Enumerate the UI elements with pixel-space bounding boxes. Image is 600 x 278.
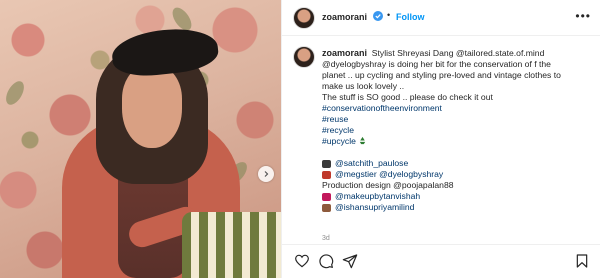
credit-row: @ishansupriyamilind <box>322 202 594 213</box>
credits-list: @satchith_paulose @megstier @dyelogbyshr… <box>322 158 594 213</box>
woman-face <box>122 66 182 148</box>
bookmark-icon <box>576 254 588 268</box>
verified-badge-icon <box>373 11 383 21</box>
caption-avatar[interactable] <box>293 46 315 68</box>
next-image-button[interactable] <box>258 166 274 182</box>
caption-text: zoamorani Stylist Shreyasi Dang @tailore… <box>322 48 594 213</box>
wallpaper-leaf <box>2 78 28 108</box>
caption-line: The stuff is SO good .. please do check … <box>322 92 493 102</box>
clapperboard-icon <box>322 159 331 168</box>
share-button[interactable] <box>342 253 358 269</box>
credit-text[interactable]: @megstier @dyelogbyshray <box>335 169 443 180</box>
caption-line-text: Stylist Shreyasi Dang @tailored.state.of… <box>371 48 545 58</box>
more-options-icon[interactable]: ••• <box>575 9 591 23</box>
comment-icon <box>319 254 334 269</box>
action-bar <box>282 244 600 278</box>
header-username[interactable]: zoamorani <box>322 12 367 22</box>
avatar[interactable] <box>293 7 315 29</box>
heart-icon <box>295 254 309 268</box>
striped-chair <box>182 212 281 278</box>
follow-button[interactable]: Follow <box>396 12 425 22</box>
hashtag-link[interactable]: #upcycle <box>322 136 356 146</box>
hashtag-link[interactable]: #conservationoftheenvironment <box>322 103 594 114</box>
chevron-right-icon <box>264 171 269 177</box>
paper-plane-icon <box>342 254 358 269</box>
woman-icon <box>322 203 331 212</box>
post-side-panel: zoamorani • Follow ••• zoamorani Stylist… <box>281 0 600 278</box>
caption-line: @dyelogbyshray is doing her bit for the … <box>322 59 551 69</box>
caption-line: #upcycle <box>322 136 594 147</box>
separator-dot: • <box>387 10 391 20</box>
caption-username[interactable]: zoamorani <box>322 48 367 58</box>
save-button[interactable] <box>574 253 590 269</box>
black-beret <box>109 24 221 80</box>
caption-line: make us look lovely .. <box>322 81 405 91</box>
post-header: zoamorani • Follow ••• <box>282 0 600 36</box>
hashtag-link[interactable]: #recycle <box>322 125 594 136</box>
caption-line: planet .. up cycling and styling pre-lov… <box>322 70 561 80</box>
credit-row: @makeupbytanvishah <box>322 191 594 202</box>
caption-section: zoamorani Stylist Shreyasi Dang @tailore… <box>282 36 600 241</box>
dress-icon <box>322 170 331 179</box>
credit-text[interactable]: @satchith_paulose <box>335 158 408 169</box>
credit-text: Production design @poojapalan88 <box>322 180 454 190</box>
credit-row: Production design @poojapalan88 <box>322 180 594 191</box>
caption-line: zoamorani Stylist Shreyasi Dang @tailore… <box>322 48 594 59</box>
credit-row: @satchith_paulose <box>322 158 594 169</box>
lipstick-icon <box>322 192 331 201</box>
post-photo[interactable] <box>0 0 281 278</box>
post-timestamp[interactable]: 3d <box>322 235 330 241</box>
hashtag-link[interactable]: #reuse <box>322 114 594 125</box>
like-button[interactable] <box>294 253 310 269</box>
credit-text[interactable]: @makeupbytanvishah <box>335 191 420 202</box>
recycle-icon <box>360 136 366 145</box>
credit-row: @megstier @dyelogbyshray <box>322 169 594 180</box>
credit-text[interactable]: @ishansupriyamilind <box>335 202 414 213</box>
comment-button[interactable] <box>318 253 334 269</box>
